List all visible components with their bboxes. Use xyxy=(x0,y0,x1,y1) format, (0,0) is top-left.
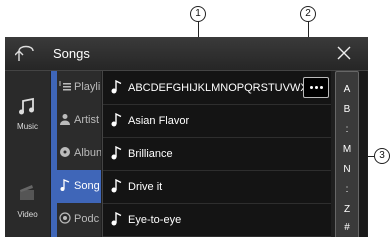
category-label: Podc xyxy=(74,213,100,225)
source-video[interactable]: Video xyxy=(5,182,50,237)
category-playlists[interactable]: Playli xyxy=(55,71,101,104)
alpha-index-item[interactable]: B xyxy=(336,104,358,115)
music-note-icon xyxy=(111,80,122,94)
source-video-label: Video xyxy=(17,210,38,219)
ellipsis-dot-icon xyxy=(315,86,318,89)
list-item[interactable]: Brilliance xyxy=(103,137,331,171)
alpha-index-item[interactable]: Z xyxy=(336,204,358,215)
category-label: Song xyxy=(74,180,100,192)
callout-1: 1 xyxy=(190,6,206,22)
alpha-index-item[interactable]: # xyxy=(336,222,358,233)
list-item[interactable]: Drive it xyxy=(103,170,331,204)
music-note-icon xyxy=(19,97,34,115)
song-title: Drive it xyxy=(128,181,163,193)
callout-2: 2 xyxy=(300,6,316,22)
alpha-index-separator: : xyxy=(345,124,349,135)
ellipsis-dot-icon xyxy=(310,86,313,89)
video-clapper-icon xyxy=(20,185,34,200)
scrollbar[interactable] xyxy=(359,71,367,237)
list-item[interactable]: Eye-to-eye xyxy=(103,203,331,237)
playlist-icon xyxy=(59,81,71,91)
category-label: Playli xyxy=(74,81,101,93)
header-bar: Songs xyxy=(5,37,368,71)
song-title: Eye-to-eye xyxy=(128,214,182,226)
alpha-index-separator: : xyxy=(345,184,349,195)
source-music-label: Music xyxy=(17,122,38,131)
ellipsis-dot-icon xyxy=(320,86,323,89)
music-note-icon xyxy=(111,212,122,226)
podcast-icon xyxy=(59,212,71,224)
category-songs[interactable]: Song xyxy=(55,170,101,203)
callout-3: 3 xyxy=(374,148,390,164)
music-note-icon xyxy=(111,179,122,193)
category-podcasts[interactable]: Podc xyxy=(55,203,101,236)
category-label: Albun xyxy=(74,147,101,159)
song-title: ABCDEFGHIJKLMNOPQRSTUVWXY xyxy=(128,82,303,94)
album-icon xyxy=(60,147,70,157)
music-note-icon xyxy=(111,113,122,127)
category-artists[interactable]: Artist xyxy=(55,104,101,137)
category-label: Artist xyxy=(74,114,100,126)
list-item[interactable]: ABCDEFGHIJKLMNOPQRSTUVWXY xyxy=(103,71,331,105)
song-title: Asian Flavor xyxy=(128,115,190,127)
close-icon[interactable] xyxy=(335,44,353,62)
more-options-button[interactable] xyxy=(303,77,329,98)
artist-icon xyxy=(60,114,70,125)
music-note-icon xyxy=(60,179,70,191)
source-music[interactable]: Music xyxy=(5,92,50,152)
alpha-index-item[interactable]: N xyxy=(336,164,358,175)
category-albums[interactable]: Albun xyxy=(55,137,101,170)
music-note-icon xyxy=(111,146,122,160)
alpha-index-item[interactable]: M xyxy=(336,144,358,155)
song-list: ABCDEFGHIJKLMNOPQRSTUVWXY Asian Flavor B… xyxy=(102,71,331,237)
song-title: Brilliance xyxy=(128,148,173,160)
alphabet-index[interactable]: A B : M N : Z # xyxy=(335,71,359,237)
alpha-index-item[interactable]: A xyxy=(336,84,358,95)
back-arrow-icon[interactable] xyxy=(15,43,35,63)
list-item[interactable]: Asian Flavor xyxy=(103,104,331,138)
head-unit-screen: Songs Music Video Playli Artist Albun So… xyxy=(5,37,368,237)
page-title: Songs xyxy=(53,46,90,61)
